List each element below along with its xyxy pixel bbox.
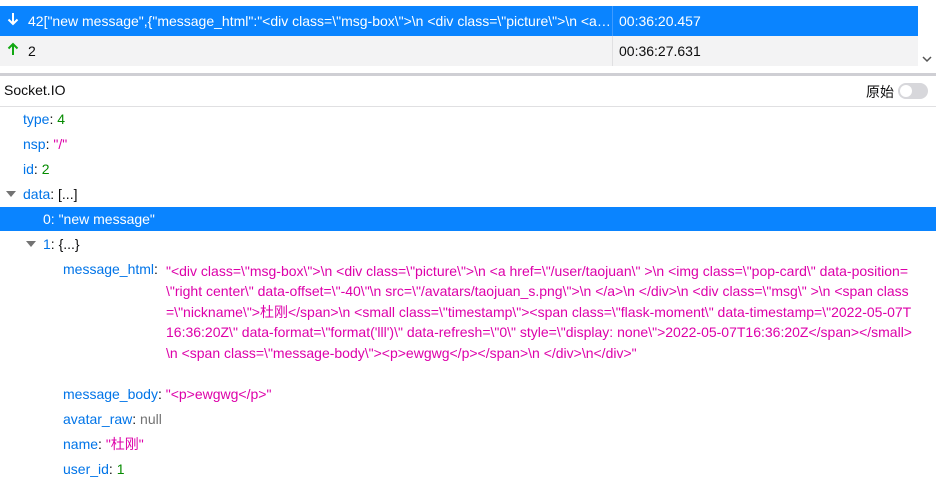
tree-row-user-id[interactable]: user_id: 1	[0, 457, 936, 481]
message-html-value: "<div class=\"msg-box\">\n <div class=\"…	[166, 263, 912, 361]
message-text: 42["new message",{"message_html":"<div c…	[28, 13, 614, 29]
triangle-down-icon[interactable]	[26, 239, 36, 249]
tree-value: "/"	[53, 136, 68, 152]
message-time: 00:36:27.631	[612, 36, 919, 66]
scrollbar[interactable]	[918, 0, 936, 74]
tree-row-nsp[interactable]: nsp: "/"	[0, 132, 936, 156]
tree-key: name	[63, 436, 99, 452]
panel-title: Socket.IO	[4, 82, 66, 98]
tree-row-name[interactable]: name: "杜刚"	[0, 432, 936, 456]
tree-row-message-body[interactable]: message_body: "<p>ewgwg</p>"	[0, 382, 936, 406]
tree-value: [...]	[58, 186, 78, 202]
tree-value: null	[140, 411, 162, 427]
tree-value: 4	[57, 111, 66, 127]
raw-toggle[interactable]	[898, 83, 928, 99]
raw-toggle-label: 原始	[866, 84, 894, 100]
arrow-down-icon	[2, 12, 24, 30]
panel-header: Socket.IO 原始	[0, 76, 936, 107]
tree-key: data	[23, 186, 51, 202]
tree-row-data-0[interactable]: 0: "new message"	[0, 207, 936, 231]
chevron-down-icon[interactable]	[922, 54, 932, 64]
tree-value: 2	[41, 161, 50, 177]
arrow-up-icon	[2, 42, 24, 60]
toggle-knob	[900, 85, 912, 97]
tree-row-type[interactable]: type: 4	[0, 107, 936, 131]
tree-value: "new message"	[58, 211, 155, 227]
tree-key: nsp	[23, 136, 46, 152]
message-row-sent[interactable]: 2 00:36:27.631	[0, 36, 918, 66]
tree-value: "杜刚"	[105, 436, 144, 452]
tree-key: user_id	[63, 461, 109, 477]
message-time: 00:36:20.457	[612, 6, 919, 36]
tree-key: 1	[43, 236, 51, 252]
tree-row-id[interactable]: id: 2	[0, 157, 936, 181]
message-list: 42["new message",{"message_html":"<div c…	[0, 0, 936, 74]
tree-key: message_html	[63, 261, 155, 277]
tree-value: {...}	[58, 236, 80, 252]
message-row-received[interactable]: 42["new message",{"message_html":"<div c…	[0, 6, 918, 36]
tree-key: id	[23, 161, 34, 177]
triangle-down-icon[interactable]	[6, 189, 16, 199]
tree-row-data-1[interactable]: 1: {...}	[0, 232, 936, 256]
tree-row-avatar-raw[interactable]: avatar_raw: null	[0, 407, 936, 431]
tree-key: avatar_raw	[63, 411, 133, 427]
message-text: 2	[28, 43, 36, 59]
tree-row-data[interactable]: data: [...]	[0, 182, 936, 206]
tree-value: 1	[116, 461, 125, 477]
tree-value: "<p>ewgwg</p>"	[165, 386, 272, 402]
tree-key: message_body	[63, 386, 158, 402]
tree-key: type	[23, 111, 50, 127]
tree-key: 0	[43, 211, 51, 227]
